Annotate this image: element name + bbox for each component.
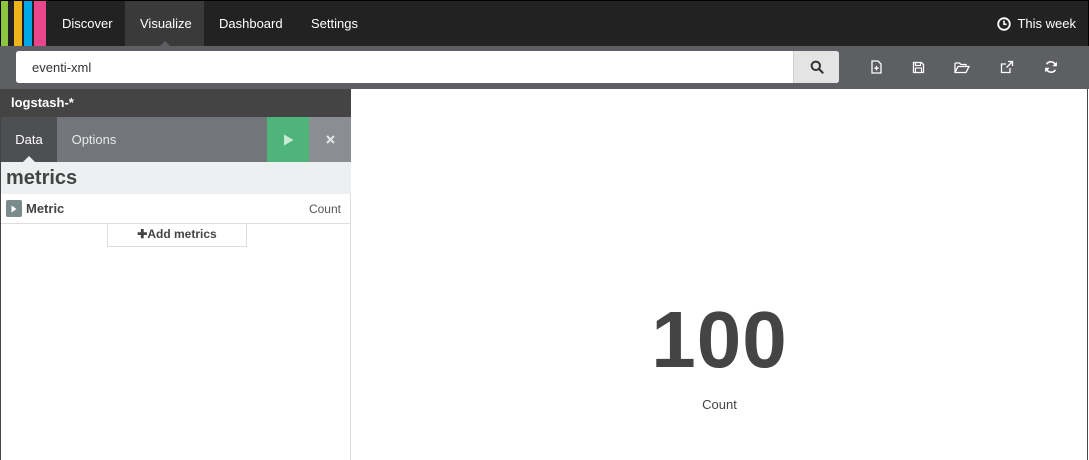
metric-value: 100 (651, 295, 788, 384)
metric-caption: Count (702, 397, 737, 412)
top-nav: Discover Visualize Dashboard Settings Th… (0, 0, 1089, 47)
search-button[interactable] (793, 51, 839, 83)
index-pattern-title: logstash-* (1, 89, 351, 117)
share-icon (1000, 60, 1014, 74)
save-icon (912, 61, 924, 73)
open-button[interactable] (950, 56, 974, 78)
tab-data[interactable]: Data (1, 117, 57, 162)
refresh-icon (1045, 61, 1057, 73)
metric-label: Metric (26, 201, 65, 216)
sidebar-tabs: Data Options (1, 117, 351, 162)
share-button[interactable] (995, 56, 1019, 78)
query-toolbar (0, 46, 1089, 89)
apply-changes-button[interactable] (267, 117, 309, 162)
add-metrics-label: Add metrics (147, 227, 217, 241)
clock-icon (997, 17, 1012, 31)
nav-settings[interactable]: Settings (296, 1, 373, 47)
open-icon (954, 61, 970, 73)
search-icon (810, 60, 824, 74)
search-input[interactable] (16, 51, 793, 83)
discard-changes-button[interactable] (309, 117, 351, 162)
caret-right-icon (11, 205, 17, 212)
play-icon (283, 134, 293, 145)
new-visualization-button[interactable] (864, 56, 888, 78)
logo-stripe-pink (34, 1, 46, 47)
close-icon (325, 135, 335, 144)
metric-agg-row[interactable]: Metric Count (1, 194, 351, 224)
metric-agg-type: Count (308, 202, 341, 216)
logo-stripe-blue (24, 1, 32, 47)
nav-dashboard[interactable]: Dashboard (204, 1, 298, 47)
expand-metric-button[interactable] (6, 200, 22, 217)
time-range-label: This week (1017, 16, 1076, 31)
tab-options[interactable]: Options (57, 117, 131, 162)
new-visualization-icon (870, 60, 882, 74)
visualization-panel: 100 Count (351, 89, 1088, 460)
save-button[interactable] (906, 56, 930, 78)
search-bar (16, 51, 839, 83)
refresh-button[interactable] (1039, 56, 1063, 78)
kibana-logo[interactable] (1, 1, 47, 47)
vis-editor-sidebar: logstash-* Data Options metrics Metric C… (0, 89, 351, 460)
metrics-section-title: metrics (1, 162, 351, 194)
nav-discover[interactable]: Discover (47, 1, 128, 47)
plus-icon: ✚ (137, 227, 148, 241)
logo-stripe-green (1, 1, 8, 47)
time-picker[interactable]: This week (987, 1, 1088, 47)
nav-visualize[interactable]: Visualize (125, 1, 204, 47)
add-metrics-button[interactable]: ✚Add metrics (107, 224, 247, 247)
logo-stripe-yellow (14, 1, 22, 47)
